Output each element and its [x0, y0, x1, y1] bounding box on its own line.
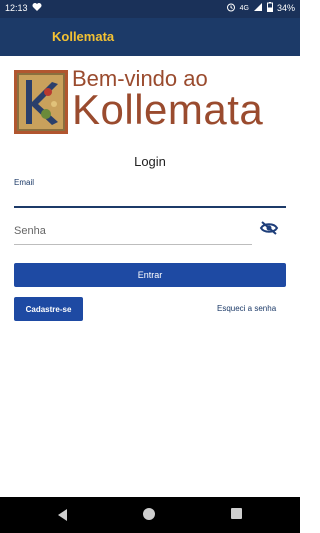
home-icon[interactable]: [143, 508, 155, 520]
app-title: Kollemata: [52, 29, 115, 44]
alarm-icon: [226, 2, 236, 14]
nav-bar: [0, 497, 300, 533]
signup-button[interactable]: Cadastre-se: [14, 297, 83, 321]
status-time: 12:13: [5, 3, 28, 13]
network-label: 4G: [239, 4, 249, 12]
status-bar: 12:13 4G 34%: [0, 0, 300, 18]
enter-button[interactable]: Entrar: [14, 263, 286, 287]
brand-title: Kollemata: [72, 86, 264, 133]
password-field[interactable]: [14, 218, 252, 245]
eye-off-icon[interactable]: [259, 220, 279, 236]
recents-icon[interactable]: [231, 508, 242, 519]
heart-icon: [32, 2, 42, 14]
signal-icon: [253, 2, 263, 14]
email-field[interactable]: [14, 186, 286, 208]
battery-icon: [266, 2, 273, 14]
logo-icon: [14, 70, 68, 134]
back-icon[interactable]: [58, 508, 68, 526]
status-icons: 4G 34%: [226, 2, 295, 14]
login-title: Login: [134, 154, 166, 169]
app-bar: Kollemata: [0, 18, 300, 56]
battery-percent: 34%: [276, 3, 295, 13]
forgot-password-link[interactable]: Esqueci a senha: [217, 304, 276, 313]
